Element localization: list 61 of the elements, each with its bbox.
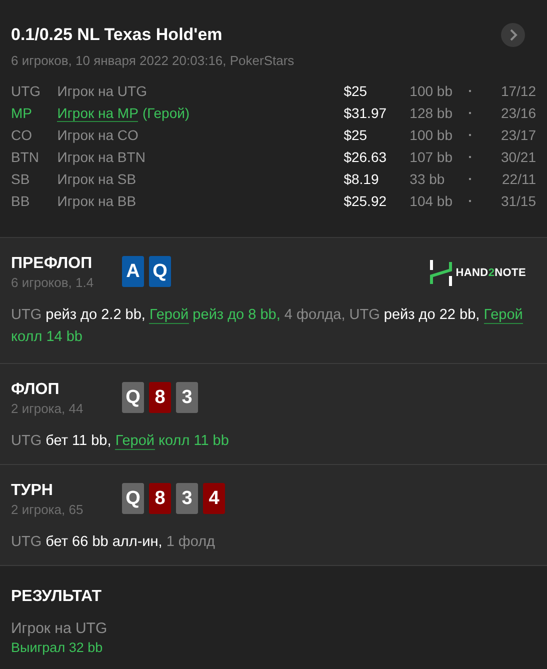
position-label: CO — [11, 127, 33, 143]
playing-card: 8 — [149, 483, 171, 514]
winner-name: Игрок на UTG — [11, 620, 108, 637]
hero-link[interactable]: Герой — [149, 307, 189, 324]
stack-bb: 104 bb — [410, 193, 454, 209]
player-name: Игрок на BB — [57, 193, 136, 209]
stack-amount: $25.92 — [344, 193, 388, 209]
logo-icon — [430, 260, 452, 286]
hero-link[interactable]: Герой — [115, 433, 154, 450]
playing-card: 4 — [203, 483, 225, 514]
action-line: UTG бет 66 bb алл-ин, 1 фолд — [11, 533, 216, 552]
player-stats: 22/11 — [501, 171, 536, 187]
hand-subtitle: 6 игроков, 10 января 2022 20:03:16, PokerStars — [11, 53, 296, 68]
street-subtitle: 6 игроков, 1.4 — [11, 275, 95, 290]
street-subtitle: 2 игрока, 65 — [11, 502, 84, 517]
street-title: ТУРН — [11, 482, 54, 500]
next-button[interactable] — [501, 23, 525, 47]
playing-card: Q — [122, 483, 144, 514]
result-title: РЕЗУЛЬТАТ — [11, 588, 103, 606]
player-stats: 31/15 — [500, 193, 536, 209]
hero-link[interactable]: Герой — [484, 307, 523, 324]
stack-amount: $26.63 — [344, 149, 388, 165]
street-title: ФЛОП — [11, 381, 60, 399]
stack-bb: 100 bb — [410, 83, 454, 99]
action-line: UTG рейз до 2.2 bb, Герой рейз до 8 bb, 4 фолда, UTG рейз до 22 bb, Герой колл 14 bb — [11, 306, 524, 347]
playing-card: 3 — [176, 382, 198, 413]
player-name: Игрок на CO — [57, 127, 138, 143]
street-title: ПРЕФЛОП — [11, 255, 94, 273]
street-subtitle: 2 игрока, 44 — [11, 401, 84, 416]
logo-text: HAND2NOTE — [456, 267, 526, 279]
player-stats: 30/21 — [500, 149, 536, 165]
hand-title: 0.1/0.25 NL Texas Hold'em — [11, 25, 222, 45]
stack-amount: $25 — [344, 83, 368, 99]
position-label: BB — [11, 193, 31, 209]
player-stats: 23/17 — [500, 127, 536, 143]
player-name: Игрок на BTN — [57, 149, 146, 165]
playing-card: Q — [122, 382, 144, 413]
player-name: Игрок на UTG — [57, 83, 147, 99]
player-name: Игрок на SB — [57, 171, 136, 187]
chevron-right-icon — [508, 29, 518, 41]
position-label: MP — [11, 105, 33, 121]
hero-tag: (Герой) — [142, 105, 190, 121]
player-link[interactable]: Игрок на MP — [57, 105, 138, 122]
position-label: BTN — [11, 149, 40, 165]
win-amount: Выиграл 32 bb — [11, 640, 104, 655]
playing-card: Q — [149, 256, 171, 287]
position-label: UTG — [11, 83, 42, 99]
player-stats: 23/16 — [500, 105, 536, 121]
stack-amount: $31.97 — [344, 105, 388, 121]
position-label: SB — [11, 171, 31, 187]
playing-card: 3 — [176, 483, 198, 514]
action-line: UTG бет 11 bb, Герой колл 11 bb — [11, 432, 230, 452]
playing-card: A — [122, 256, 144, 287]
stack-amount: $25 — [344, 127, 368, 143]
stack-bb: 33 bb — [410, 171, 446, 187]
stack-bb: 107 bb — [410, 149, 454, 165]
stack-bb: 100 bb — [410, 127, 454, 143]
stack-bb: 128 bb — [410, 105, 454, 121]
playing-card: 8 — [149, 382, 171, 413]
stack-amount: $8.19 — [344, 171, 380, 187]
player-stats: 17/12 — [500, 83, 536, 99]
